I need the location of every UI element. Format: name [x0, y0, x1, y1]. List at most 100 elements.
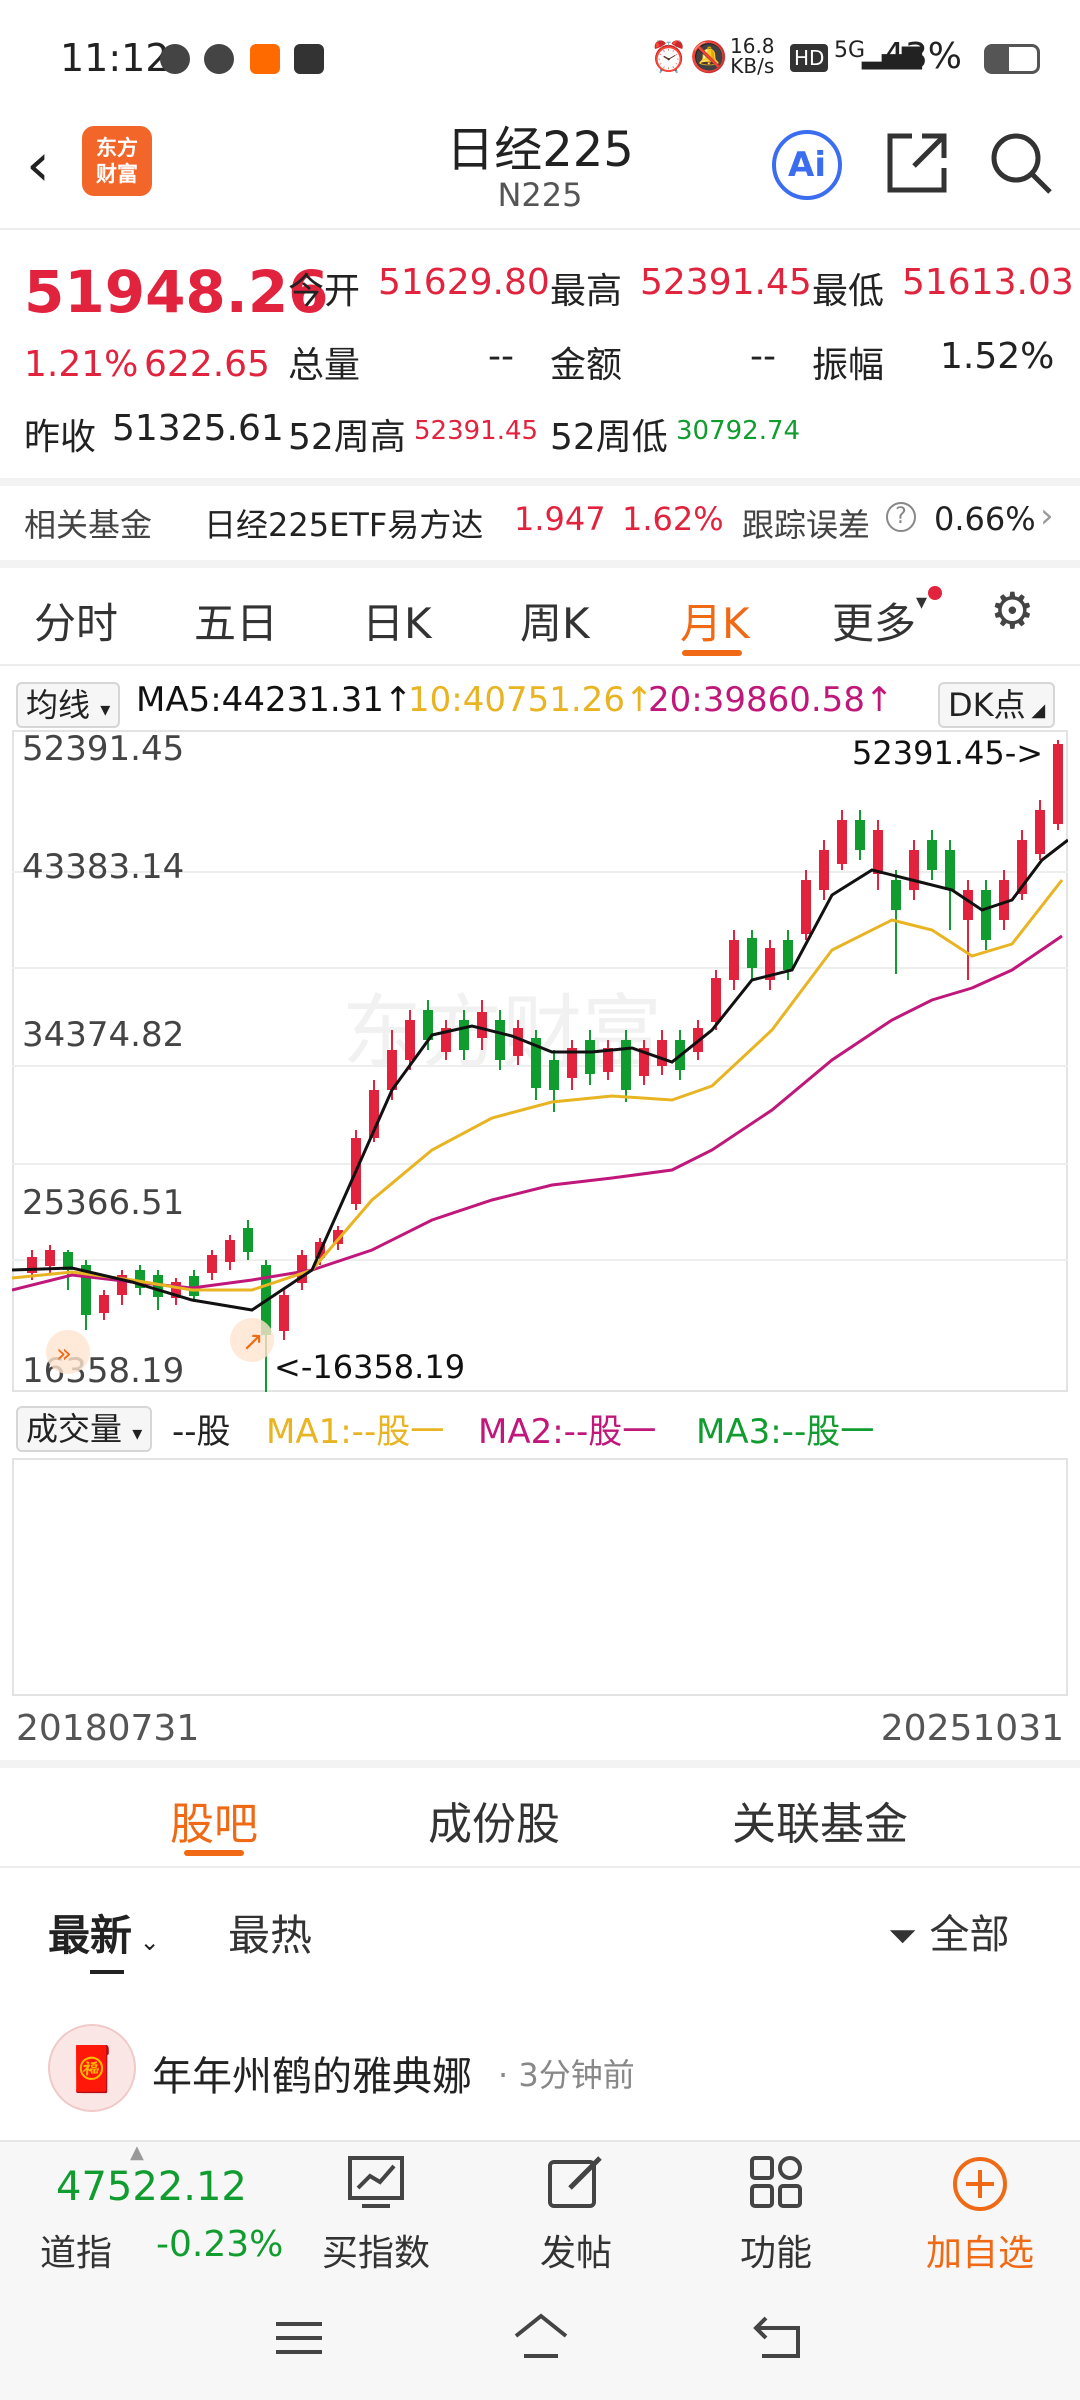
tab-related-funds[interactable]: 关联基金 — [732, 1788, 908, 1852]
low-value: 51613.03 — [902, 262, 1074, 303]
y-label-2: 43383.14 — [22, 847, 184, 887]
amount-label: 金额 — [550, 345, 623, 386]
open-value: 51629.80 — [378, 262, 550, 303]
post-label: 发帖 — [539, 2233, 612, 2274]
volume-value: -- — [488, 336, 514, 377]
signal-arrow-icon-2: ↗ — [242, 1327, 264, 1357]
menu-icon[interactable] — [274, 2318, 324, 2358]
vol-ma1: MA1:--股一 — [266, 1412, 445, 1452]
signal-arrow-icon: » — [56, 1339, 72, 1369]
buy-index-button[interactable]: 买指数 — [296, 2148, 456, 2274]
filter-all-label: 全部 — [929, 1912, 1010, 1958]
kline-chart[interactable]: 东方财富 — [12, 730, 1068, 1392]
candle — [513, 1028, 523, 1056]
candle — [1053, 744, 1063, 824]
status-time: 11:12 — [60, 36, 170, 80]
system-nav-bar — [0, 2276, 1080, 2400]
tab-weekly-k[interactable]: 周K — [520, 590, 590, 651]
tab-guba[interactable]: 股吧 — [170, 1788, 258, 1852]
high-label: 最高 — [550, 271, 623, 312]
home-icon[interactable] — [512, 2312, 570, 2362]
add-circle-icon — [953, 2157, 1007, 2211]
filter-hot[interactable]: 最热 — [228, 1902, 312, 1963]
quote-divider — [0, 478, 1080, 486]
expand-caret-icon[interactable]: ▲ — [130, 2142, 144, 2163]
w52-high-label: 52周高 — [288, 417, 406, 458]
post-author[interactable]: 年年州鹤的雅典娜 — [152, 2044, 472, 2102]
candle — [909, 850, 919, 890]
candle — [801, 880, 811, 934]
volume-selector[interactable]: 成交量 ▾ — [16, 1404, 153, 1452]
tab-monthly-k[interactable]: 月K — [680, 590, 750, 651]
dow-value[interactable]: 47522.12 — [56, 2164, 247, 2210]
avatar[interactable]: 🧧 — [48, 2024, 136, 2112]
ma-selector[interactable]: 均线 ▾ — [16, 680, 121, 728]
message-icon — [204, 44, 234, 74]
filter-funnel-icon: ⏷ — [888, 1916, 917, 1957]
post-time-text: 3分钟前 — [518, 2056, 635, 2094]
max-price-marker: 52391.45-> — [852, 734, 1043, 772]
tab-daily-k[interactable]: 日K — [362, 590, 432, 651]
hd-icon: HD — [790, 44, 829, 72]
vol-ma3: MA3:--股一 — [696, 1412, 875, 1452]
post-time: · 3分钟前 — [498, 2056, 635, 2094]
high-value: 52391.45 — [640, 262, 812, 303]
back-icon[interactable] — [752, 2312, 806, 2362]
w52-low-label: 52周低 — [550, 417, 668, 458]
candle — [477, 1012, 487, 1038]
filter-latest[interactable]: 最新 ⌄ — [48, 1902, 160, 1963]
tab-more[interactable]: 更多▾ — [832, 590, 927, 651]
buy-index-label: 买指数 — [321, 2233, 430, 2274]
candle — [729, 940, 739, 980]
grid-apps-icon — [750, 2156, 802, 2208]
add-watchlist-button[interactable]: 加自选 — [900, 2148, 1060, 2274]
candle — [243, 1228, 253, 1252]
search-icon[interactable] — [988, 130, 1054, 196]
volume-unit: --股 — [172, 1412, 231, 1452]
tab-more-label: 更多 — [832, 599, 917, 648]
candle — [657, 1040, 667, 1066]
tab-intraday[interactable]: 分时 — [34, 590, 118, 651]
header-divider — [0, 228, 1080, 230]
candle — [747, 938, 757, 968]
candle — [891, 880, 901, 910]
ma-selector-label: 均线 — [26, 686, 91, 724]
tab-five-day[interactable]: 五日 — [194, 590, 278, 651]
post-button[interactable]: 发帖 — [496, 2148, 656, 2274]
share-icon[interactable] — [884, 130, 950, 196]
prev-close-value: 51325.61 — [112, 408, 284, 449]
add-watchlist-label: 加自选 — [925, 2233, 1034, 2274]
prev-close-label: 昨收 — [24, 417, 97, 458]
post-item[interactable]: 🧧 年年州鹤的雅典娜 · 3分钟前 — [0, 2010, 1080, 2130]
candle — [819, 850, 829, 890]
filter-underline — [90, 1970, 124, 1974]
dk-point-button[interactable]: DK点 ◢ — [938, 680, 1056, 728]
help-icon[interactable]: ? — [886, 502, 916, 532]
app-notification-icon — [250, 44, 280, 74]
active-tab-indicator — [682, 650, 742, 656]
tab-constituents[interactable]: 成份股 — [428, 1788, 560, 1852]
dk-point-label: DK点 — [948, 686, 1026, 724]
y-label-4: 25366.51 — [22, 1183, 184, 1223]
tracking-error-label: 跟踪误差 — [742, 506, 871, 544]
functions-button[interactable]: 功能 — [696, 2148, 856, 2274]
amplitude-label: 振幅 — [812, 345, 885, 386]
fund-percent: 1.62% — [622, 500, 724, 538]
filter-latest-label: 最新 — [48, 1911, 133, 1960]
candle — [99, 1295, 109, 1313]
candle — [45, 1250, 55, 1266]
settings-gear-icon[interactable]: ⚙ — [990, 582, 1035, 640]
y-label-max: 52391.45 — [22, 730, 184, 769]
filter-all[interactable]: ⏷ 全部 — [888, 1902, 1010, 1960]
ma5-text: MA5:44231.31 — [136, 680, 384, 720]
ai-assistant-button[interactable]: Ai — [772, 130, 842, 200]
tracking-error-value: 0.66% — [934, 500, 1036, 538]
related-fund-row[interactable]: 相关基金 日经225ETF易方达 1.947 1.62% 跟踪误差 ? 0.66… — [0, 486, 1080, 556]
ai-label: Ai — [788, 145, 826, 185]
w52-low-value: 30792.74 — [676, 416, 801, 446]
network-speed-unit: KB/s — [730, 54, 775, 78]
min-price-marker: <-16358.19 — [274, 1348, 465, 1386]
volume-chart[interactable] — [12, 1458, 1068, 1696]
fund-name: 日经225ETF易方达 — [204, 506, 484, 544]
volume-selector-label: 成交量 — [26, 1410, 123, 1448]
